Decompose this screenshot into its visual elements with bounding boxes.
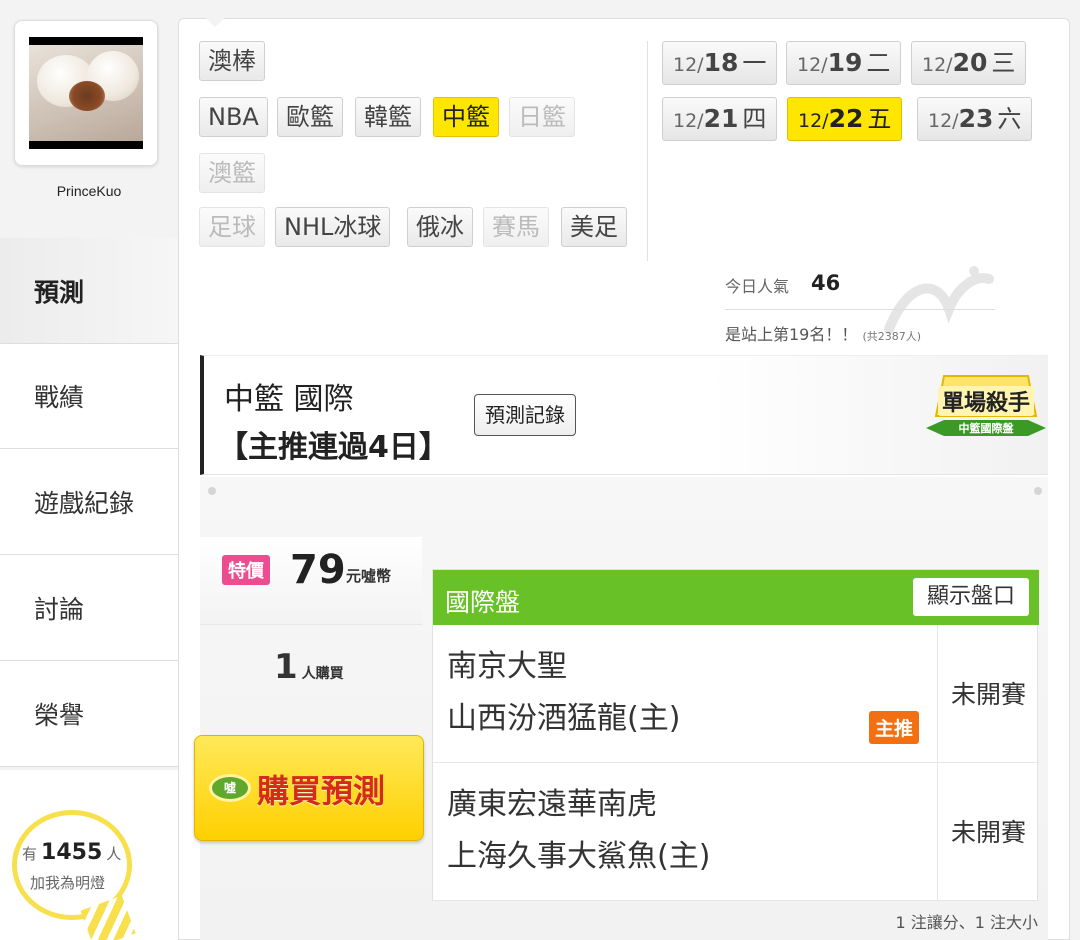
game-status-cell: 未開賽: [937, 763, 1039, 901]
home-team: 上海久事大鯊魚(主): [447, 839, 711, 874]
main-panel: 澳棒 NBA 歐籃 韓籃 中籃 日籃 澳籃 足球 NHL冰球 俄冰 賽馬 美足 …: [178, 18, 1070, 940]
nav-item-game-log[interactable]: 遊戲紀錄: [0, 449, 178, 555]
avatar[interactable]: [29, 37, 143, 149]
sport-tag-horse-racing: 賽馬: [483, 207, 549, 247]
buy-prediction-label: 購買預測: [257, 772, 386, 810]
main-pick-badge: 主推: [869, 711, 920, 744]
game-status-cell: 未開賽: [937, 625, 1039, 763]
follow-label[interactable]: 加我為明燈: [30, 872, 105, 893]
date-button-1219[interactable]: 12/19 二: [786, 41, 902, 85]
sport-tag-soccer: 足球: [199, 207, 265, 247]
market-header: 國際盤 顯示盤口: [433, 570, 1039, 625]
panel-notch: [205, 18, 225, 28]
game-row: 廣東宏遠華南虎 上海久事大鯊魚(主) 未開賽: [433, 763, 1039, 901]
prediction-record-button[interactable]: 預測記錄: [474, 394, 576, 436]
profile-sidebar: PrinceKuo 預測 戰績 遊戲紀錄 討論 榮譽 有 1455 人 加我為明燈: [0, 0, 178, 940]
bet-summary: 1 注讓分、1 注大小: [895, 913, 1038, 932]
divider: [647, 41, 648, 261]
sport-tag-russia-hockey[interactable]: 俄冰: [407, 207, 473, 247]
sport-tag-japan-basketball: 日籃: [509, 97, 575, 137]
avatar-frame[interactable]: [14, 20, 158, 166]
market-title: 國際盤: [445, 588, 521, 617]
date-button-1222[interactable]: 12/22 五: [787, 97, 903, 141]
nav-item-label: 戰績: [34, 383, 85, 412]
game-row: 南京大聖 山西汾酒猛龍(主) 主推 未開賽: [433, 625, 1039, 763]
sport-tag-aus-baseball[interactable]: 澳棒: [199, 41, 265, 81]
sport-tag-nba[interactable]: NBA: [199, 97, 268, 137]
fan-count: 1455: [41, 840, 103, 865]
prediction-detail: 特價 79 元噓幣 1 人購買 噓 購買預測 國際盤 顯示盤口 南京大聖 山西汾酒…: [194, 477, 1048, 940]
buyer-count: 1 人購買: [274, 647, 344, 687]
prediction-header: 中籃 國際 【主推連過4日】 預測記錄 單場殺手 中籃國際盤: [200, 355, 1048, 475]
date-button-1223[interactable]: 12/23 六: [917, 97, 1033, 141]
price-value: 79: [290, 547, 346, 593]
fan-count-text: 有 1455 人: [22, 840, 122, 865]
divider: [725, 309, 995, 310]
buy-prediction-button[interactable]: 噓 購買預測: [194, 735, 424, 841]
nav-item-label: 討論: [34, 594, 85, 624]
game-teams: 廣東宏遠華南虎 上海久事大鯊魚(主): [447, 779, 710, 883]
sport-tag-nhl[interactable]: NHL冰球: [275, 207, 391, 247]
badge-title: 單場殺手: [942, 390, 1030, 416]
game-teams: 南京大聖 山西汾酒猛龍(主): [447, 641, 680, 745]
single-game-killer-badge-icon: 單場殺手 中籃國際盤: [926, 375, 1046, 436]
prediction-title: 中籃 國際: [224, 382, 354, 417]
date-button-1220[interactable]: 12/20 三: [911, 41, 1027, 85]
currency-label: 元噓幣: [346, 567, 392, 585]
rank-text: 是站上第19名！！ (共2387人): [725, 325, 922, 344]
away-team: 廣東宏遠華南虎: [447, 787, 657, 822]
prediction-streak: 【主推連過4日】: [218, 430, 449, 465]
show-odds-button[interactable]: 顯示盤口: [912, 578, 1029, 616]
away-team: 南京大聖: [447, 649, 567, 684]
sport-tag-american-football[interactable]: 美足: [561, 207, 627, 247]
badge-subtitle: 中籃國際盤: [959, 421, 1015, 435]
market-table: 國際盤 顯示盤口 南京大聖 山西汾酒猛龍(主) 主推 未開賽 廣東宏遠華南虎 上…: [432, 569, 1039, 901]
home-team: 山西汾酒猛龍(主): [447, 701, 681, 736]
screw-icon: [208, 487, 216, 495]
game-status: 未開賽: [950, 680, 1026, 709]
buyer-count-suffix: 人購買: [301, 666, 344, 682]
sport-tag-euro-basketball[interactable]: 歐籃: [277, 97, 343, 137]
nav-item-predict[interactable]: 預測: [0, 238, 178, 344]
price-box: 特價 79 元噓幣: [200, 537, 422, 625]
sport-tag-china-basketball[interactable]: 中籃: [433, 97, 499, 137]
nav-item-label: 預測: [34, 278, 85, 307]
date-button-1218[interactable]: 12/18 一: [662, 41, 778, 85]
date-button-1221[interactable]: 12/21 四: [662, 97, 778, 141]
fan-counter[interactable]: 有 1455 人 加我為明燈: [0, 770, 178, 940]
sport-tag-korea-basketball[interactable]: 韓籃: [355, 97, 421, 137]
coin-icon: 噓: [209, 774, 251, 802]
total-users: (共2387人): [862, 330, 922, 343]
username[interactable]: PrinceKuo: [0, 183, 178, 199]
special-price-badge: 特價: [222, 555, 270, 585]
sport-tag-aus-basketball: 澳籃: [199, 153, 265, 193]
screw-icon: [1034, 487, 1042, 495]
popularity-value: 46: [811, 271, 841, 295]
popularity-label: 今日人氣: [725, 277, 790, 296]
nav-item-honor[interactable]: 榮譽: [0, 661, 178, 767]
game-status: 未開賽: [950, 818, 1026, 847]
nav-item-record[interactable]: 戰績: [0, 343, 178, 449]
nav-item-label: 遊戲紀錄: [34, 488, 135, 518]
nav-item-discussion[interactable]: 討論: [0, 555, 178, 661]
nav-item-label: 榮譽: [34, 700, 85, 730]
